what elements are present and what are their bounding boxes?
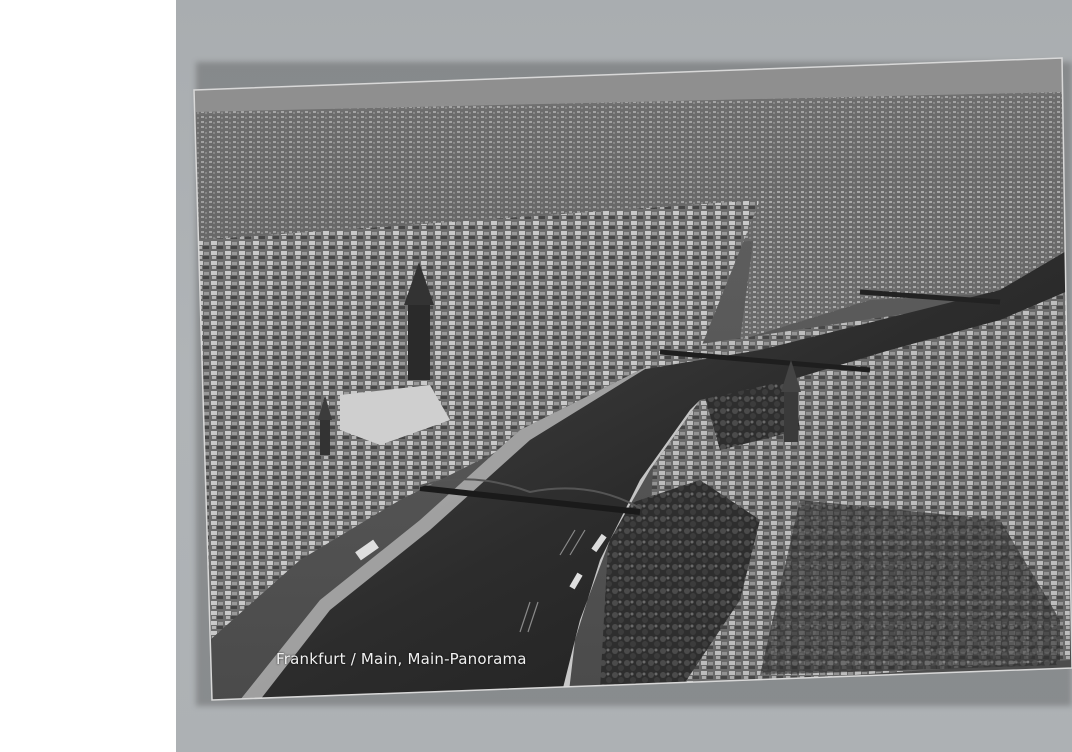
postcard-caption: Frankfurt / Main, Main-Panorama xyxy=(276,650,527,668)
aerial-photo xyxy=(193,57,1072,701)
